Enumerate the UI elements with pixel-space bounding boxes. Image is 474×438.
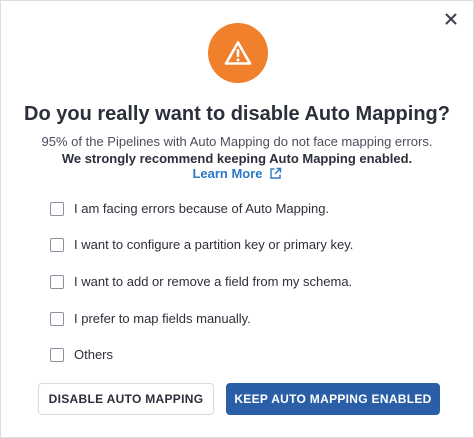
warning-badge [208, 23, 268, 83]
external-link-icon [269, 167, 281, 179]
option-label: I prefer to map fields manually. [74, 311, 251, 326]
disable-auto-mapping-button[interactable]: DISABLE AUTO MAPPING [38, 383, 214, 415]
option-others[interactable]: Others [50, 347, 113, 362]
option-errors[interactable]: I am facing errors because of Auto Mappi… [50, 201, 329, 216]
close-button[interactable] [441, 9, 461, 29]
dialog-subtitle: 95% of the Pipelines with Auto Mapping d… [41, 134, 433, 149]
option-label: I am facing errors because of Auto Mappi… [74, 201, 330, 216]
checkbox[interactable] [50, 274, 64, 289]
dialog-title: Do you really want to disable Auto Mappi… [24, 103, 450, 125]
option-label: Others [74, 347, 114, 362]
checkbox[interactable] [50, 237, 64, 252]
close-icon [445, 13, 457, 25]
option-label: I want to add or remove a field from my … [74, 274, 353, 289]
learn-more-link[interactable]: Learn More [1, 166, 473, 181]
learn-more-label: Learn More [192, 166, 263, 181]
warning-icon [224, 41, 252, 65]
checkbox[interactable] [50, 347, 64, 362]
keep-auto-mapping-button[interactable]: KEEP AUTO MAPPING ENABLED [226, 383, 440, 415]
checkbox[interactable] [50, 201, 64, 216]
option-schema-field[interactable]: I want to add or remove a field from my … [50, 274, 352, 289]
option-partition-key[interactable]: I want to configure a partition key or p… [50, 237, 353, 252]
disable-auto-mapping-dialog: Do you really want to disable Auto Mappi… [0, 0, 474, 438]
dialog-recommendation: We strongly recommend keeping Auto Mappi… [61, 151, 413, 166]
option-map-manually[interactable]: I prefer to map fields manually. [50, 311, 251, 326]
option-label: I want to configure a partition key or p… [74, 237, 354, 252]
checkbox[interactable] [50, 311, 64, 326]
